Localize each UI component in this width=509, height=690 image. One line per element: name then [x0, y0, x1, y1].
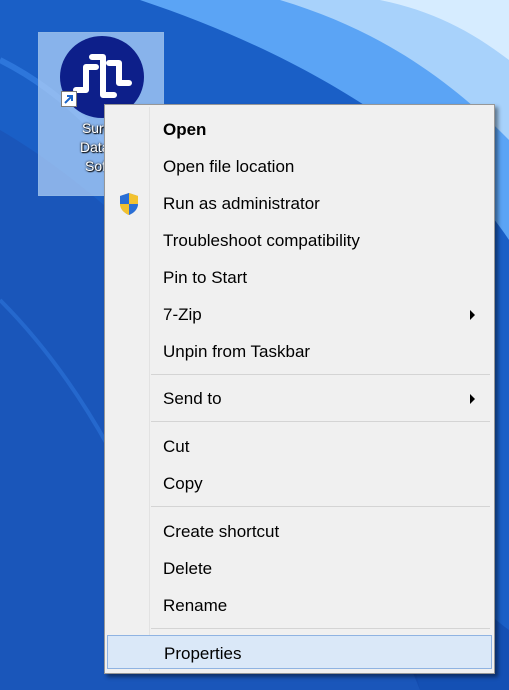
menu-item-label: Delete	[163, 559, 213, 578]
menu-item-label: Run as administrator	[163, 194, 320, 213]
menu-item-label: 7-Zip	[163, 305, 202, 324]
menu-item-label: Troubleshoot compatibility	[163, 231, 360, 250]
menu-item-label: Properties	[164, 644, 242, 663]
menu-item-label: Unpin from Taskbar	[163, 342, 311, 361]
menu-item-label: Pin to Start	[163, 268, 248, 287]
menu-item-label: Create shortcut	[163, 522, 280, 541]
menu-item-label: Open	[163, 120, 207, 139]
menu-item-run-as-administrator[interactable]: Run as administrator	[107, 186, 492, 220]
menu-item-properties[interactable]: Properties	[107, 635, 492, 669]
uac-shield-icon	[120, 193, 138, 215]
menu-separator	[151, 421, 490, 422]
menu-item-label: Copy	[163, 474, 203, 493]
menu-item-send-to[interactable]: Send to	[107, 381, 492, 415]
menu-item-label: Open file location	[163, 157, 295, 176]
menu-item-troubleshoot-compatibility[interactable]: Troubleshoot compatibility	[107, 223, 492, 257]
menu-separator	[151, 628, 490, 629]
menu-item-copy[interactable]: Copy	[107, 466, 492, 500]
menu-item-rename[interactable]: Rename	[107, 588, 492, 622]
menu-item-delete[interactable]: Delete	[107, 551, 492, 585]
menu-item-label: Cut	[163, 437, 190, 456]
menu-item-open[interactable]: Open	[107, 112, 492, 146]
menu-item-label: Send to	[163, 389, 222, 408]
menu-item-create-shortcut[interactable]: Create shortcut	[107, 514, 492, 548]
menu-item-unpin-from-taskbar[interactable]: Unpin from Taskbar	[107, 334, 492, 368]
menu-separator	[151, 506, 490, 507]
submenu-arrow-icon	[470, 394, 475, 404]
menu-item-pin-to-start[interactable]: Pin to Start	[107, 260, 492, 294]
menu-separator	[151, 374, 490, 375]
menu-item-open-file-location[interactable]: Open file location	[107, 149, 492, 183]
shortcut-arrow-icon	[61, 91, 77, 107]
menu-item-label: Rename	[163, 596, 228, 615]
menu-item-7-zip[interactable]: 7-Zip	[107, 297, 492, 331]
context-menu: Open Open file location Run as administr…	[104, 104, 495, 674]
menu-item-cut[interactable]: Cut	[107, 429, 492, 463]
submenu-arrow-icon	[470, 310, 475, 320]
